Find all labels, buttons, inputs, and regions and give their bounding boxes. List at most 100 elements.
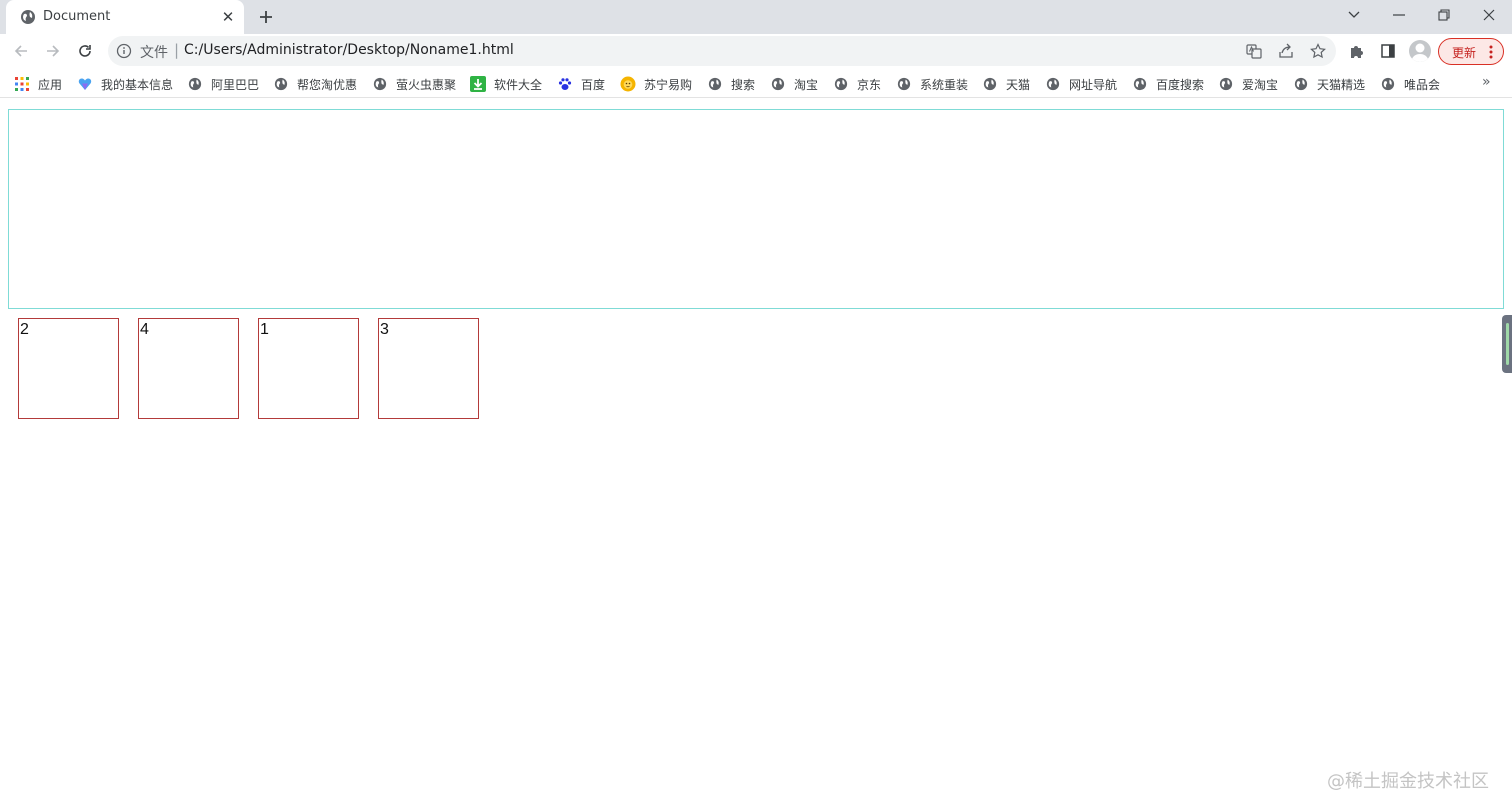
bookmark-item[interactable]: 天猫精选 <box>1293 74 1365 94</box>
bookmark-label: 爱淘宝 <box>1242 77 1279 92</box>
download-icon <box>470 76 486 92</box>
bookmark-label: 我的基本信息 <box>101 77 174 92</box>
bookmark-label: 百度搜索 <box>1156 77 1205 92</box>
globe-icon <box>982 76 998 92</box>
side-panel-icon[interactable] <box>1378 41 1398 61</box>
globe-icon <box>1218 76 1234 92</box>
bookmarks-overflow-button[interactable]: » <box>1482 74 1491 90</box>
bookmark-label: 帮您淘优惠 <box>297 77 358 92</box>
bookmark-item[interactable]: 唯品会 <box>1380 74 1440 94</box>
box-number: 4 <box>140 321 149 338</box>
bookmark-item[interactable]: 天猫 <box>982 74 1030 94</box>
tab-title: Document <box>43 9 111 24</box>
url-text[interactable]: C:/Users/Administrator/Desktop/Noname1.h… <box>184 42 514 58</box>
globe-icon <box>1293 76 1309 92</box>
restore-button[interactable] <box>1421 0 1467 30</box>
bookmark-label: 天猫 <box>1006 77 1031 92</box>
apps-grid-icon <box>14 76 30 92</box>
bookmark-item[interactable]: 帮您淘优惠 <box>273 74 357 94</box>
bookmark-item[interactable]: 百度 <box>557 74 605 94</box>
bookmark-star-icon[interactable] <box>1309 42 1327 60</box>
bookmark-label: 唯品会 <box>1404 77 1441 92</box>
bookmark-item[interactable]: 百度搜索 <box>1132 74 1204 94</box>
arrow-left-icon <box>14 45 27 57</box>
bookmark-apps[interactable]: 应用 <box>14 74 62 94</box>
numbered-box: 1 <box>258 318 359 419</box>
reload-icon <box>79 45 91 57</box>
globe-icon <box>1045 76 1061 92</box>
globe-icon <box>770 76 786 92</box>
globe-icon <box>20 9 36 25</box>
translate-icon[interactable] <box>1245 42 1263 60</box>
scheme-separator: | <box>174 41 180 59</box>
globe-icon <box>187 76 203 92</box>
bookmark-item[interactable]: 我的基本信息 <box>77 74 173 94</box>
close-icon <box>1483 9 1495 21</box>
bookmark-label: 百度 <box>581 77 606 92</box>
bookmark-item[interactable]: 阿里巴巴 <box>187 74 259 94</box>
numbered-box: 4 <box>138 318 239 419</box>
restore-icon <box>1438 9 1450 21</box>
tab-document[interactable]: Document ✕ <box>6 0 244 34</box>
numbered-box: 2 <box>18 318 119 419</box>
close-window-button[interactable] <box>1466 0 1512 30</box>
reload-button[interactable] <box>73 39 97 63</box>
globe-icon <box>1132 76 1148 92</box>
bookmark-item[interactable]: 网址导航 <box>1045 74 1117 94</box>
bookmark-label: 软件大全 <box>494 77 543 92</box>
tab-search-button[interactable] <box>1331 0 1377 30</box>
globe-icon <box>372 76 388 92</box>
bookmark-item[interactable]: 淘宝 <box>770 74 818 94</box>
globe-icon <box>833 76 849 92</box>
more-vert-icon[interactable] <box>1489 44 1493 60</box>
side-panel-handle[interactable] <box>1502 315 1512 373</box>
watermark-text: @稀土掘金技术社区 <box>1327 771 1489 792</box>
bookmark-label: 网址导航 <box>1069 77 1118 92</box>
globe-icon <box>707 76 723 92</box>
browser-toolbar: 文件 | C:/Users/Administrator/Desktop/Nona… <box>0 34 1512 68</box>
minimize-button[interactable] <box>1376 0 1422 30</box>
user-icon <box>1411 43 1429 62</box>
bookmark-item[interactable]: 系统重装 <box>896 74 968 94</box>
minimize-icon <box>1393 14 1405 16</box>
globe-icon <box>273 76 289 92</box>
profile-avatar[interactable] <box>1409 40 1431 62</box>
paw-icon <box>557 76 573 92</box>
back-button[interactable] <box>9 39 33 63</box>
update-button[interactable]: 更新 <box>1438 38 1504 65</box>
bookmark-label: 应用 <box>38 77 63 92</box>
globe-icon <box>896 76 912 92</box>
info-icon[interactable] <box>116 43 132 59</box>
bookmarks-bar: 应用 我的基本信息 阿里巴巴 帮您淘优惠 萤火虫惠聚 软件大全 百度 苏宁易购 <box>0 70 1512 98</box>
forward-button[interactable] <box>41 39 65 63</box>
top-container-box <box>8 109 1504 309</box>
bookmark-label: 淘宝 <box>794 77 819 92</box>
bookmark-label: 搜索 <box>731 77 756 92</box>
handle-grip <box>1506 323 1509 365</box>
numbered-box: 3 <box>378 318 479 419</box>
bookmark-label: 萤火虫惠聚 <box>396 77 457 92</box>
bookmark-label: 京东 <box>857 77 882 92</box>
bookmark-label: 苏宁易购 <box>644 77 693 92</box>
tab-strip: Document ✕ <box>0 0 1512 34</box>
chevron-down-icon <box>1348 11 1360 18</box>
extensions-puzzle-icon[interactable] <box>1347 41 1367 61</box>
bookmark-item[interactable]: 萤火虫惠聚 <box>372 74 456 94</box>
globe-icon <box>1380 76 1396 92</box>
new-tab-button[interactable] <box>255 6 277 28</box>
bookmark-item[interactable]: 苏宁易购 <box>620 74 692 94</box>
update-label: 更新 <box>1452 46 1477 60</box>
plus-icon <box>260 11 272 23</box>
bookmark-label: 阿里巴巴 <box>211 77 260 92</box>
share-icon[interactable] <box>1277 42 1295 60</box>
heart-gem-icon <box>77 76 93 92</box>
box-number: 3 <box>380 321 389 338</box>
bookmark-item[interactable]: 爱淘宝 <box>1218 74 1278 94</box>
bookmark-item[interactable]: 搜索 <box>707 74 755 94</box>
bookmark-item[interactable]: 京东 <box>833 74 881 94</box>
address-bar[interactable]: 文件 | C:/Users/Administrator/Desktop/Nona… <box>108 36 1336 66</box>
tab-close-icon[interactable]: ✕ <box>220 8 236 26</box>
bookmark-item[interactable]: 软件大全 <box>470 74 542 94</box>
bookmark-label: 系统重装 <box>920 77 969 92</box>
bookmark-label: 天猫精选 <box>1317 77 1366 92</box>
